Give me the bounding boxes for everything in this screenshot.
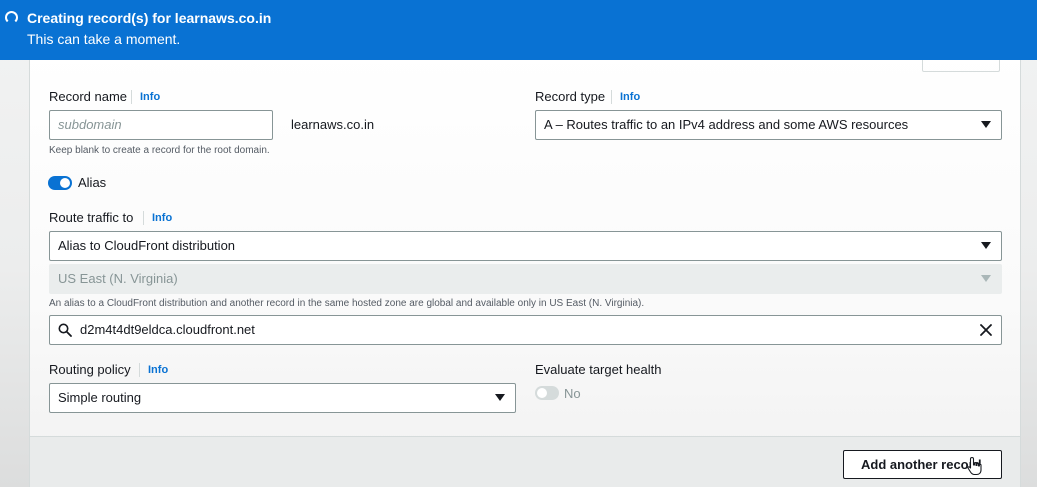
search-icon [58, 323, 72, 337]
target-health-value: No [564, 386, 581, 401]
record-name-info-link[interactable]: Info [140, 91, 160, 103]
label-divider [611, 90, 612, 104]
routing-policy-value: Simple routing [58, 390, 142, 405]
label-divider [143, 211, 144, 225]
caret-down-icon [981, 121, 991, 128]
endpoint-select[interactable]: Alias to CloudFront distribution [49, 231, 1002, 261]
hand-cursor-icon [967, 456, 982, 476]
alias-hint: An alias to a CloudFront distribution an… [49, 298, 645, 309]
routing-policy-info-link[interactable]: Info [148, 364, 168, 376]
label-divider [139, 363, 140, 377]
loading-spinner-icon [5, 11, 18, 24]
alias-toggle[interactable] [48, 176, 72, 190]
routing-policy-select[interactable]: Simple routing [49, 383, 516, 413]
status-banner: Creating record(s) for learnaws.co.in Th… [0, 0, 1037, 60]
banner-title: Creating record(s) for learnaws.co.in [27, 10, 272, 26]
region-value: US East (N. Virginia) [58, 271, 178, 286]
region-select: US East (N. Virginia) [49, 264, 1002, 294]
record-name-input[interactable]: subdomain [49, 110, 273, 140]
target-health-toggle [535, 386, 559, 400]
distribution-value: d2m4t4dt9eldca.cloudfront.net [80, 322, 255, 337]
domain-suffix: learnaws.co.in [291, 117, 375, 132]
route-traffic-label: Route traffic to [49, 210, 134, 225]
label-divider [131, 90, 132, 104]
clear-icon[interactable] [979, 323, 993, 337]
caret-down-icon [981, 275, 991, 282]
record-type-select[interactable]: A – Routes traffic to an IPv4 address an… [535, 110, 1002, 140]
toggle-knob [537, 388, 547, 398]
caret-down-icon [981, 242, 991, 249]
distribution-search-input[interactable]: d2m4t4dt9eldca.cloudfront.net [49, 315, 1002, 345]
record-name-hint: Keep blank to create a record for the ro… [49, 145, 270, 156]
endpoint-value: Alias to CloudFront distribution [58, 238, 236, 253]
route-traffic-info-link[interactable]: Info [152, 212, 172, 224]
record-name-label: Record name [49, 89, 128, 104]
record-type-value: A – Routes traffic to an IPv4 address an… [544, 117, 909, 132]
record-type-label: Record type [535, 89, 606, 104]
routing-policy-label: Routing policy [49, 362, 131, 377]
caret-down-icon [495, 394, 505, 401]
banner-subtitle: This can take a moment. [27, 31, 181, 47]
record-type-info-link[interactable]: Info [620, 91, 640, 103]
toggle-knob [60, 178, 70, 188]
alias-label: Alias [78, 175, 107, 190]
target-health-label: Evaluate target health [535, 362, 662, 377]
